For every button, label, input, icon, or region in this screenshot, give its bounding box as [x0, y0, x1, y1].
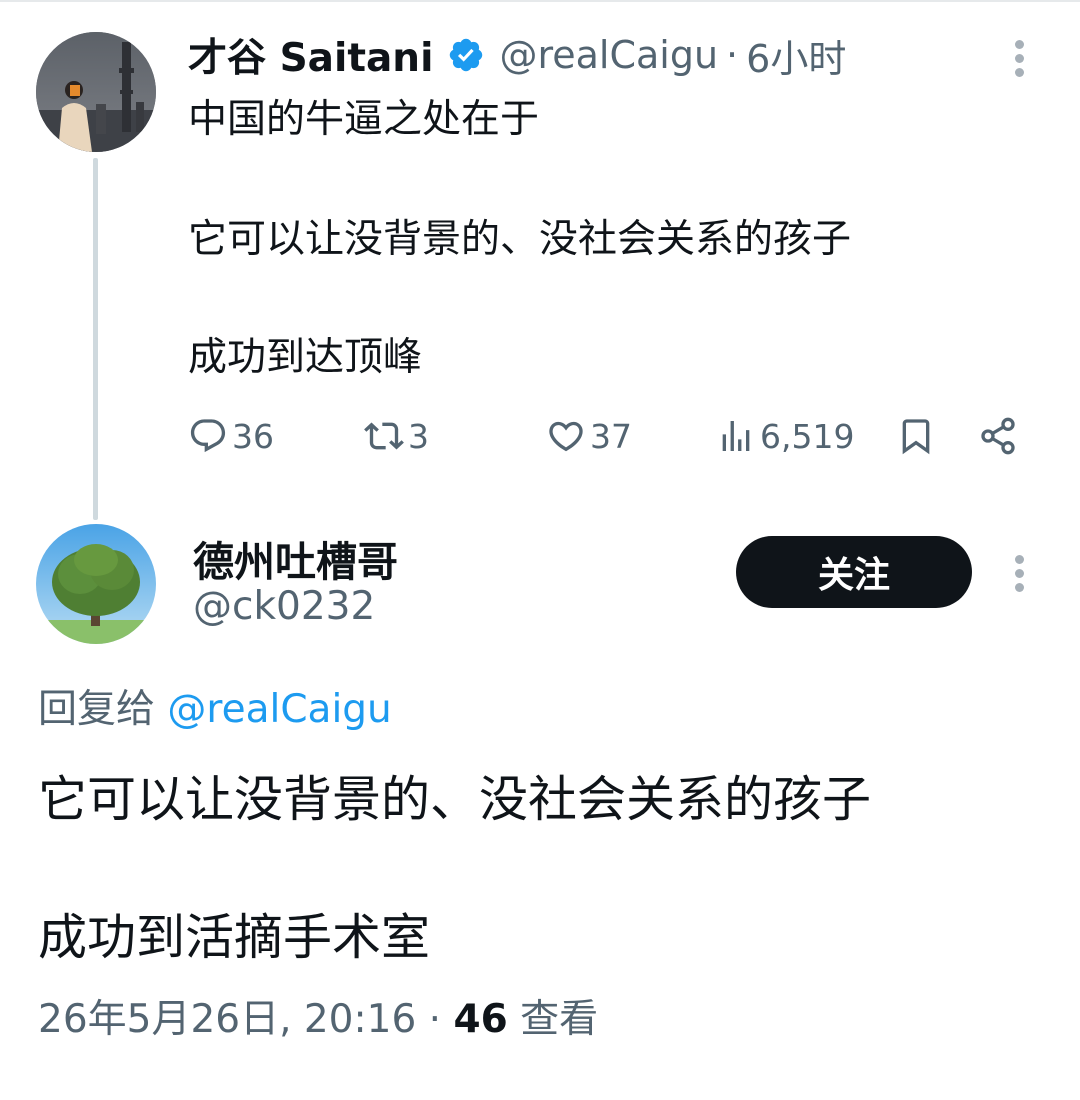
- verified-badge-icon: [450, 38, 483, 72]
- parent-avatar[interactable]: [36, 32, 156, 152]
- share-icon: [981, 417, 1015, 455]
- header-separator: ·: [726, 33, 739, 77]
- like-count: 37: [590, 416, 632, 456]
- bookmark-icon: [902, 419, 930, 455]
- views-icon: [722, 421, 750, 451]
- reply-tweet-text-line-1: 它可以让没背景的、没社会关系的孩子: [38, 771, 872, 828]
- reply-count: 36: [232, 416, 274, 456]
- parent-tweet-text-line-3: 成功到达顶峰: [188, 335, 423, 380]
- replying-prefix: 回复给: [38, 687, 156, 732]
- reply-tweet-text-line-2: 成功到活摘手术室: [38, 909, 431, 966]
- reply-icon: [190, 419, 226, 453]
- bookmark-action[interactable]: [896, 410, 936, 462]
- replying-mention-link[interactable]: @realCaigu: [167, 687, 391, 732]
- parent-more-vert-icon[interactable]: [1015, 40, 1027, 82]
- parent-action-bar: 36 3 37 6,519: [188, 410, 1038, 462]
- thread-connector-line: [93, 158, 98, 520]
- reply-avatar[interactable]: [36, 524, 156, 644]
- parent-display-name[interactable]: 才谷 Saitani: [188, 27, 433, 83]
- reply-display-name[interactable]: 德州吐槽哥: [193, 528, 398, 588]
- top-divider: [0, 0, 1080, 2]
- reply-handle[interactable]: @ck0232: [193, 584, 375, 629]
- share-action[interactable]: [978, 410, 1018, 462]
- replying-to-line: 回复给 @realCaigu: [38, 678, 392, 734]
- parent-tweet-text-line-2: 它可以让没背景的、没社会关系的孩子: [188, 217, 852, 262]
- parent-tweet-text-line-1: 中国的牛逼之处在于: [188, 97, 540, 142]
- view-count: 6,519: [760, 416, 855, 456]
- reply-meta-line: 26年5月26日, 20:16 · 46 查看: [38, 988, 598, 1044]
- like-action[interactable]: 37: [546, 410, 632, 462]
- retweet-icon: [364, 422, 404, 450]
- reply-more-vert-icon[interactable]: [1015, 555, 1027, 597]
- reply-views-count: 46: [453, 997, 508, 1042]
- parent-handle[interactable]: @realCaigu: [499, 33, 718, 77]
- meta-separator: ·: [428, 997, 442, 1042]
- reply-action[interactable]: 36: [188, 410, 274, 462]
- reply-views-label: 查看: [520, 997, 599, 1042]
- retweet-count: 3: [408, 416, 429, 456]
- parent-avatar-image: [36, 32, 156, 152]
- follow-button[interactable]: 关注: [736, 536, 972, 608]
- parent-tweet-header: 才谷 Saitani @realCaigu · 6小时: [188, 27, 846, 83]
- views-action[interactable]: 6,519: [716, 410, 854, 462]
- like-icon: [549, 421, 583, 452]
- reply-date-time[interactable]: 26年5月26日, 20:16: [38, 997, 416, 1042]
- parent-timestamp[interactable]: 6小时: [746, 28, 846, 83]
- reply-avatar-image: [36, 524, 156, 644]
- retweet-action[interactable]: 3: [364, 410, 429, 462]
